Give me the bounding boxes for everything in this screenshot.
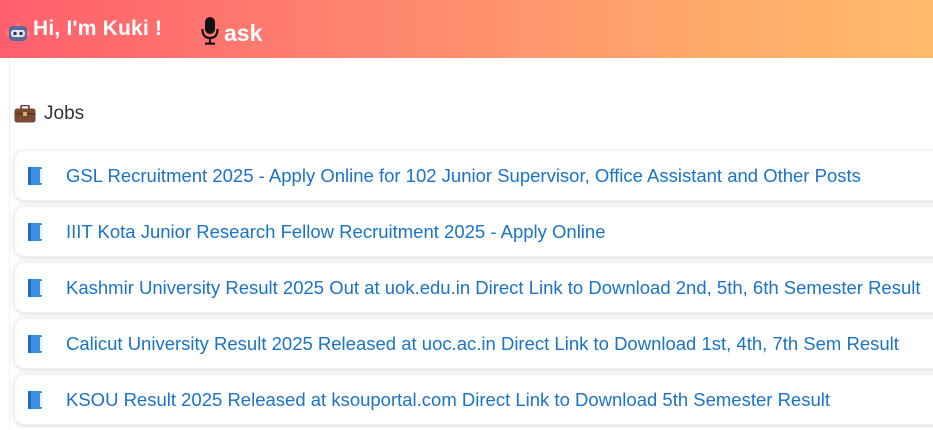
job-list-item[interactable]: Calicut University Result 2025 Released …: [14, 318, 933, 369]
book-icon: [28, 391, 42, 409]
job-link[interactable]: Calicut University Result 2025 Released …: [66, 333, 899, 355]
book-icon: [28, 335, 42, 353]
chat-header-bar: Hi, I'm Kuki ! ask: [0, 0, 933, 58]
book-icon: [28, 167, 42, 185]
book-icon: [28, 223, 42, 241]
job-link[interactable]: Kashmir University Result 2025 Out at uo…: [66, 277, 921, 299]
job-list-item[interactable]: KSOU Result 2025 Released at ksouportal.…: [14, 374, 933, 425]
job-list-item[interactable]: IIIT Kota Junior Research Fellow Recruit…: [14, 206, 933, 257]
job-list-item[interactable]: GSL Recruitment 2025 - Apply Online for …: [14, 150, 933, 201]
job-list-item[interactable]: Kashmir University Result 2025 Out at uo…: [14, 262, 933, 313]
jobs-section-header: Jobs: [14, 103, 84, 125]
ask-button[interactable]: ask: [224, 20, 262, 47]
section-title: Jobs: [44, 103, 85, 124]
chatbot-greeting: Hi, I'm Kuki !: [33, 17, 163, 40]
job-list: GSL Recruitment 2025 - Apply Online for …: [14, 150, 933, 430]
job-link[interactable]: GSL Recruitment 2025 - Apply Online for …: [66, 165, 861, 187]
book-icon: [28, 279, 42, 297]
job-link[interactable]: KSOU Result 2025 Released at ksouportal.…: [66, 389, 830, 411]
job-link[interactable]: IIIT Kota Junior Research Fellow Recruit…: [66, 221, 606, 243]
microphone-icon[interactable]: [201, 17, 219, 45]
robot-icon: [6, 22, 30, 41]
briefcase-icon: [14, 105, 36, 123]
